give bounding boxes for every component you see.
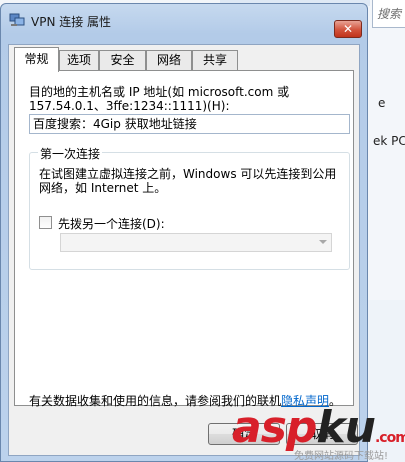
site-watermark: aspku.com 免费网站源码下载站! xyxy=(232,405,405,462)
vpn-properties-dialog: VPN 连接 属性 ✕ 常规 选项 安全 网络 共享 目的地的主机名或 IP 地… xyxy=(0,3,368,462)
tab-sharing[interactable]: 共享 xyxy=(192,50,238,71)
general-tab-panel: 目的地的主机名或 IP 地址(如 microsoft.com 或 157.54.… xyxy=(14,70,354,408)
title-bar[interactable]: VPN 连接 属性 ✕ xyxy=(1,4,367,38)
host-description-label: 目的地的主机名或 IP 地址(如 microsoft.com 或 157.54.… xyxy=(29,85,290,113)
tab-options[interactable]: 选项 xyxy=(59,50,99,71)
close-button[interactable]: ✕ xyxy=(334,20,362,38)
background-text-fragment: e xyxy=(378,96,386,110)
tab-security[interactable]: 安全 xyxy=(99,50,146,71)
watermark-brand-b: ku xyxy=(316,402,376,453)
group-title: 第一次连接 xyxy=(38,145,103,162)
watermark-tagline: 免费网站源码下载站! xyxy=(294,451,389,462)
first-connect-description: 在试图建立虚拟连接之前，Windows 可以先连接到公用网络，如 Interne… xyxy=(39,167,337,195)
tab-general[interactable]: 常规 xyxy=(14,47,59,72)
dial-first-checkbox[interactable] xyxy=(39,216,52,229)
close-icon: ✕ xyxy=(342,22,354,36)
watermark-brand-c: .com xyxy=(374,430,405,446)
background-search-input[interactable]: 搜索 xyxy=(372,0,405,28)
tab-network[interactable]: 网络 xyxy=(146,50,192,71)
dialog-title: VPN 连接 属性 xyxy=(31,15,112,29)
network-connection-icon xyxy=(9,13,25,26)
dialog-client-area: 常规 选项 安全 网络 共享 目的地的主机名或 IP 地址(如 microsof… xyxy=(8,44,360,456)
connection-select[interactable] xyxy=(60,233,332,252)
dial-first-label[interactable]: 先拨另一个连接(D): xyxy=(58,215,165,232)
background-text-fragment: ek PC xyxy=(373,134,405,148)
chevron-down-icon xyxy=(319,240,327,244)
watermark-brand-a: asp xyxy=(232,402,317,453)
host-address-input[interactable]: 百度搜索：4Gip 获取地址链接 xyxy=(29,114,350,134)
first-connect-group: 第一次连接 在试图建立虚拟连接之前，Windows 可以先连接到公用网络，如 I… xyxy=(29,145,350,270)
